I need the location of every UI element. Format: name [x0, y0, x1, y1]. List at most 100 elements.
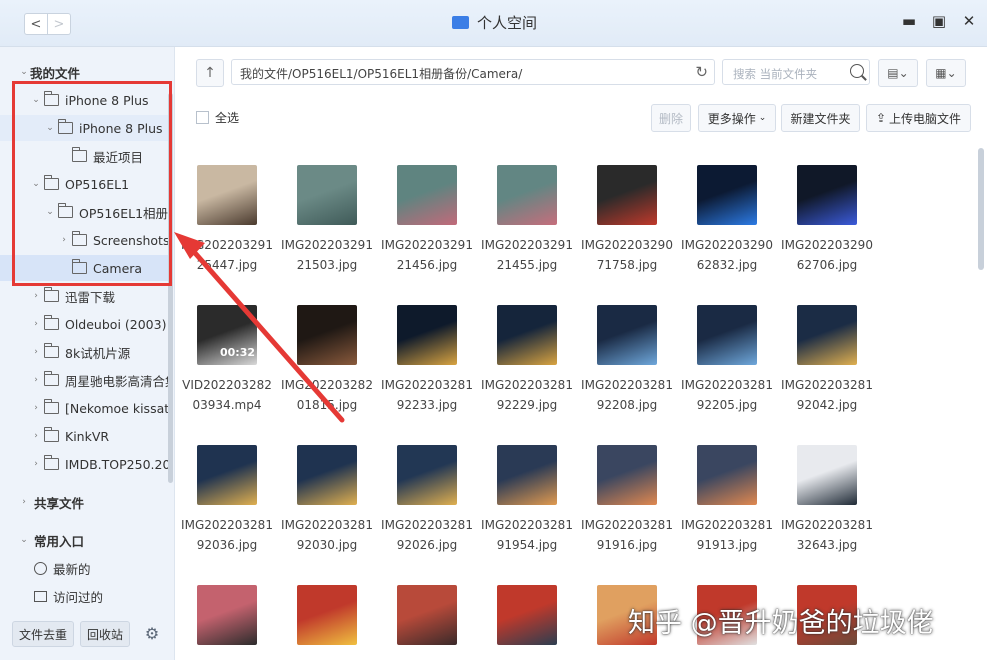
file-thumbnail[interactable] — [297, 445, 357, 505]
maximize-icon[interactable]: ▣ — [931, 12, 947, 30]
file-thumbnail[interactable] — [297, 585, 357, 645]
back-button[interactable]: < — [24, 13, 48, 35]
sidebar-tree-item[interactable]: ⌄ OP516EL1相册备份 — [0, 199, 168, 225]
sidebar-tree-item[interactable]: ⌄ iPhone 8 Plus — [0, 87, 168, 113]
file-thumbnail[interactable] — [697, 305, 757, 365]
file-thumbnail[interactable] — [397, 585, 457, 645]
file-item[interactable]: IMG202203281 92042.jpg — [777, 305, 877, 415]
file-thumbnail[interactable] — [797, 305, 857, 365]
chevron-down-icon[interactable]: ⌄ — [44, 207, 56, 217]
file-item[interactable] — [377, 585, 477, 655]
sidebar-tree-item[interactable]: › [Nekomoe kissaten] — [0, 395, 168, 421]
sort-button[interactable]: ▤⌄ — [878, 59, 918, 87]
new-folder-button[interactable]: 新建文件夹 — [781, 104, 860, 132]
view-mode-button[interactable]: ▦⌄ — [926, 59, 966, 87]
file-thumbnail[interactable] — [497, 305, 557, 365]
file-thumbnail[interactable]: 00:32 — [197, 305, 257, 365]
sidebar-tree-item[interactable]: › Screenshots — [0, 227, 168, 253]
file-item[interactable]: IMG202203290 71758.jpg — [577, 165, 677, 275]
file-thumbnail[interactable] — [397, 445, 457, 505]
file-item[interactable]: IMG202203291 21456.jpg — [377, 165, 477, 275]
sidebar-visited[interactable]: 访问过的 — [0, 583, 168, 609]
file-item[interactable] — [477, 585, 577, 655]
chevron-right-icon[interactable]: › — [30, 375, 42, 385]
file-item[interactable]: IMG202203281 92036.jpg — [177, 445, 277, 555]
sidebar-tree-item[interactable]: › 迅雷下载 — [0, 283, 168, 309]
up-arrow-icon[interactable]: ↑ — [196, 59, 224, 87]
file-thumbnail[interactable] — [397, 165, 457, 225]
gear-icon[interactable]: ⚙ — [140, 621, 164, 645]
file-thumbnail[interactable] — [397, 305, 457, 365]
chevron-right-icon[interactable]: › — [30, 291, 42, 301]
sidebar-common[interactable]: ⌄ 常用入口 — [0, 527, 168, 553]
file-thumbnail[interactable] — [497, 585, 557, 645]
sidebar-tree-item[interactable]: › KinkVR — [0, 423, 168, 449]
file-thumbnail[interactable] — [297, 165, 357, 225]
file-thumbnail[interactable] — [297, 305, 357, 365]
minimize-icon[interactable]: ▬ — [901, 12, 917, 30]
upload-button[interactable]: ⇪ 上传电脑文件 — [866, 104, 971, 132]
chevron-right-icon[interactable]: › — [30, 431, 42, 441]
forward-button[interactable]: > — [48, 13, 71, 35]
sidebar-tree-item[interactable]: ⌄ OP516EL1 — [0, 171, 168, 197]
file-thumbnail[interactable] — [197, 165, 257, 225]
file-item[interactable] — [177, 585, 277, 655]
file-thumbnail[interactable] — [197, 585, 257, 645]
refresh-icon[interactable]: ↻ — [695, 63, 708, 81]
file-item[interactable]: 00:32 VID202203282 03934.mp4 — [177, 305, 277, 415]
select-all[interactable]: 全选 — [196, 109, 239, 126]
chevron-right-icon[interactable]: › — [58, 235, 70, 245]
sidebar-recent[interactable]: 最新的 — [0, 555, 168, 581]
search-icon[interactable] — [850, 64, 864, 78]
file-item[interactable]: IMG202203281 91913.jpg — [677, 445, 777, 555]
sidebar-tree-item[interactable]: › Oldeuboi (2003) — [0, 311, 168, 337]
sidebar-shared[interactable]: › 共享文件 — [0, 489, 168, 515]
file-item[interactable]: IMG202203291 21503.jpg — [277, 165, 377, 275]
file-thumbnail[interactable] — [697, 165, 757, 225]
file-thumbnail[interactable] — [497, 165, 557, 225]
file-thumbnail[interactable] — [497, 445, 557, 505]
file-thumbnail[interactable] — [697, 445, 757, 505]
sidebar-tree-item[interactable]: › IMDB.TOP250.2020 — [0, 451, 168, 477]
chevron-down-icon[interactable]: ⌄ — [30, 179, 42, 189]
dedupe-button[interactable]: 文件去重 — [12, 621, 75, 647]
chevron-down-icon[interactable]: ⌄ — [18, 67, 30, 77]
file-thumbnail[interactable] — [797, 165, 857, 225]
chevron-down-icon[interactable]: ⌄ — [18, 535, 30, 545]
file-item[interactable]: IMG202203281 91954.jpg — [477, 445, 577, 555]
more-actions-button[interactable]: 更多操作 ⌄ — [698, 104, 776, 132]
file-item[interactable]: IMG202203282 01815.jpg — [277, 305, 377, 415]
file-item[interactable] — [277, 585, 377, 655]
sidebar-scrollbar[interactable] — [168, 93, 173, 483]
chevron-down-icon[interactable]: ⌄ — [44, 123, 56, 133]
sidebar-tree-item[interactable]: 最近项目 — [0, 143, 168, 169]
file-item[interactable]: IMG202203281 92205.jpg — [677, 305, 777, 415]
search-input[interactable]: 搜索 当前文件夹 — [722, 59, 870, 85]
file-thumbnail[interactable] — [197, 445, 257, 505]
file-thumbnail[interactable] — [797, 445, 857, 505]
sidebar-my-files[interactable]: ⌄ 我的文件 — [0, 59, 168, 85]
chevron-down-icon[interactable]: ⌄ — [30, 95, 42, 105]
file-thumbnail[interactable] — [597, 165, 657, 225]
file-item[interactable]: IMG202203281 92229.jpg — [477, 305, 577, 415]
close-icon[interactable]: ✕ — [961, 12, 977, 30]
file-item[interactable]: IMG202203281 91916.jpg — [577, 445, 677, 555]
sidebar-tree-item[interactable]: ⌄ iPhone 8 Plus — [0, 115, 168, 141]
sidebar-tree-item[interactable]: › 8k试机片源 — [0, 339, 168, 365]
main-scrollbar[interactable] — [978, 148, 984, 270]
file-item[interactable]: IMG202203281 32643.jpg — [777, 445, 877, 555]
file-thumbnail[interactable] — [597, 445, 657, 505]
chevron-right-icon[interactable]: › — [18, 497, 30, 507]
file-item[interactable]: IMG202203281 92208.jpg — [577, 305, 677, 415]
chevron-right-icon[interactable]: › — [30, 459, 42, 469]
chevron-right-icon[interactable]: › — [30, 347, 42, 357]
file-item[interactable]: IMG202203290 62832.jpg — [677, 165, 777, 275]
delete-button[interactable]: 删除 — [651, 104, 691, 132]
file-item[interactable]: IMG202203290 62706.jpg — [777, 165, 877, 275]
file-item[interactable]: IMG202203281 92233.jpg — [377, 305, 477, 415]
chevron-right-icon[interactable]: › — [30, 403, 42, 413]
recycle-bin-button[interactable]: 回收站 — [80, 621, 131, 647]
sidebar-tree-item[interactable]: Camera — [0, 255, 168, 281]
file-item[interactable]: IMG202203291 21455.jpg — [477, 165, 577, 275]
file-thumbnail[interactable] — [597, 305, 657, 365]
